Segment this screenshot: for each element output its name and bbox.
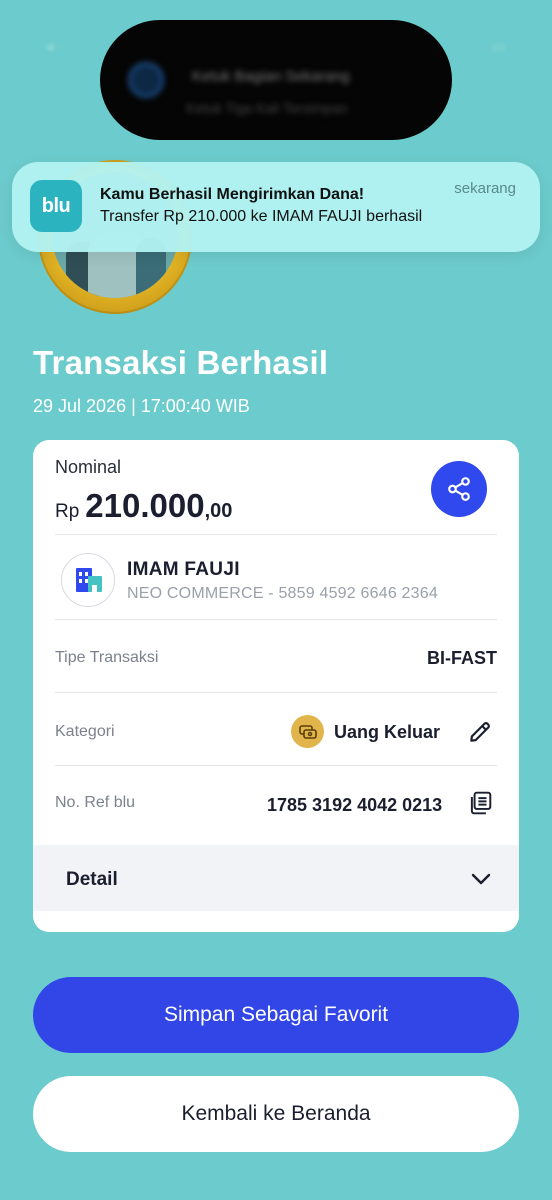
bank-logo-icon [61, 553, 115, 607]
nominal-label: Nominal [55, 457, 122, 477]
detail-label: Detail [66, 869, 118, 890]
transaction-type-label: Tipe Transaksi [55, 649, 159, 666]
detail-accordion[interactable]: Detail [33, 845, 519, 911]
share-button[interactable] [431, 461, 487, 517]
push-notification[interactable]: blu Kamu Berhasil Mengirimkan Dana! Tran… [12, 162, 540, 252]
island-line-2: Ketuk Tiga Kali Tersimpan [186, 100, 348, 116]
notification-title: Kamu Berhasil Mengirimkan Dana! [100, 186, 365, 203]
divider [55, 692, 497, 693]
status-bar-left: ◂ · [46, 38, 62, 54]
category-value: Uang Keluar [334, 722, 441, 742]
amount-main: 210.000 [85, 487, 205, 524]
share-icon [448, 477, 470, 501]
reference-number-value: 1785 3192 4042 0213 [267, 795, 443, 815]
transaction-type-value: BI-FAST [427, 648, 497, 668]
notification-body: Transfer Rp 210.000 ke IMAM FAUJI berhas… [100, 208, 423, 225]
live-activity-icon [128, 62, 164, 98]
reference-number-label: No. Ref blu [55, 794, 136, 811]
copy-icon[interactable] [467, 790, 493, 816]
blu-app-icon: blu [30, 180, 82, 232]
status-bar-right: ▭ [492, 38, 506, 54]
pencil-icon[interactable] [467, 719, 493, 745]
currency-label: Rp [55, 501, 80, 522]
dynamic-island[interactable]: Ketuk Bagian Sekarang Ketuk Tiga Kali Te… [100, 20, 452, 140]
category-label: Kategori [55, 723, 115, 740]
save-favorite-button[interactable]: Simpan Sebagai Favorit [33, 977, 519, 1053]
blu-logo-text: blu [41, 194, 71, 217]
back-to-home-button[interactable]: Kembali ke Beranda [33, 1076, 519, 1152]
chevron-down-icon [471, 873, 491, 885]
divider [55, 534, 497, 535]
page-title: Transaksi Berhasil [33, 344, 329, 381]
transaction-amount: Rp 210.000,00 [55, 487, 232, 525]
recipient-bank-account: NEO COMMERCE - 5859 4592 6646 2364 [127, 585, 438, 602]
island-line-1: Ketuk Bagian Sekarang [192, 68, 350, 85]
recipient-name: IMAM FAUJI [127, 559, 240, 580]
money-out-icon [291, 715, 324, 748]
transaction-datetime: 29 Jul 2026 | 17:00:40 WIB [33, 396, 250, 416]
divider [55, 619, 497, 620]
divider [55, 765, 497, 766]
amount-decimal: ,00 [204, 500, 233, 522]
notification-time: sekarang [454, 180, 516, 197]
transaction-card: Nominal Rp 210.000,00 IMAM FAUJI NEO COMM… [33, 440, 519, 932]
